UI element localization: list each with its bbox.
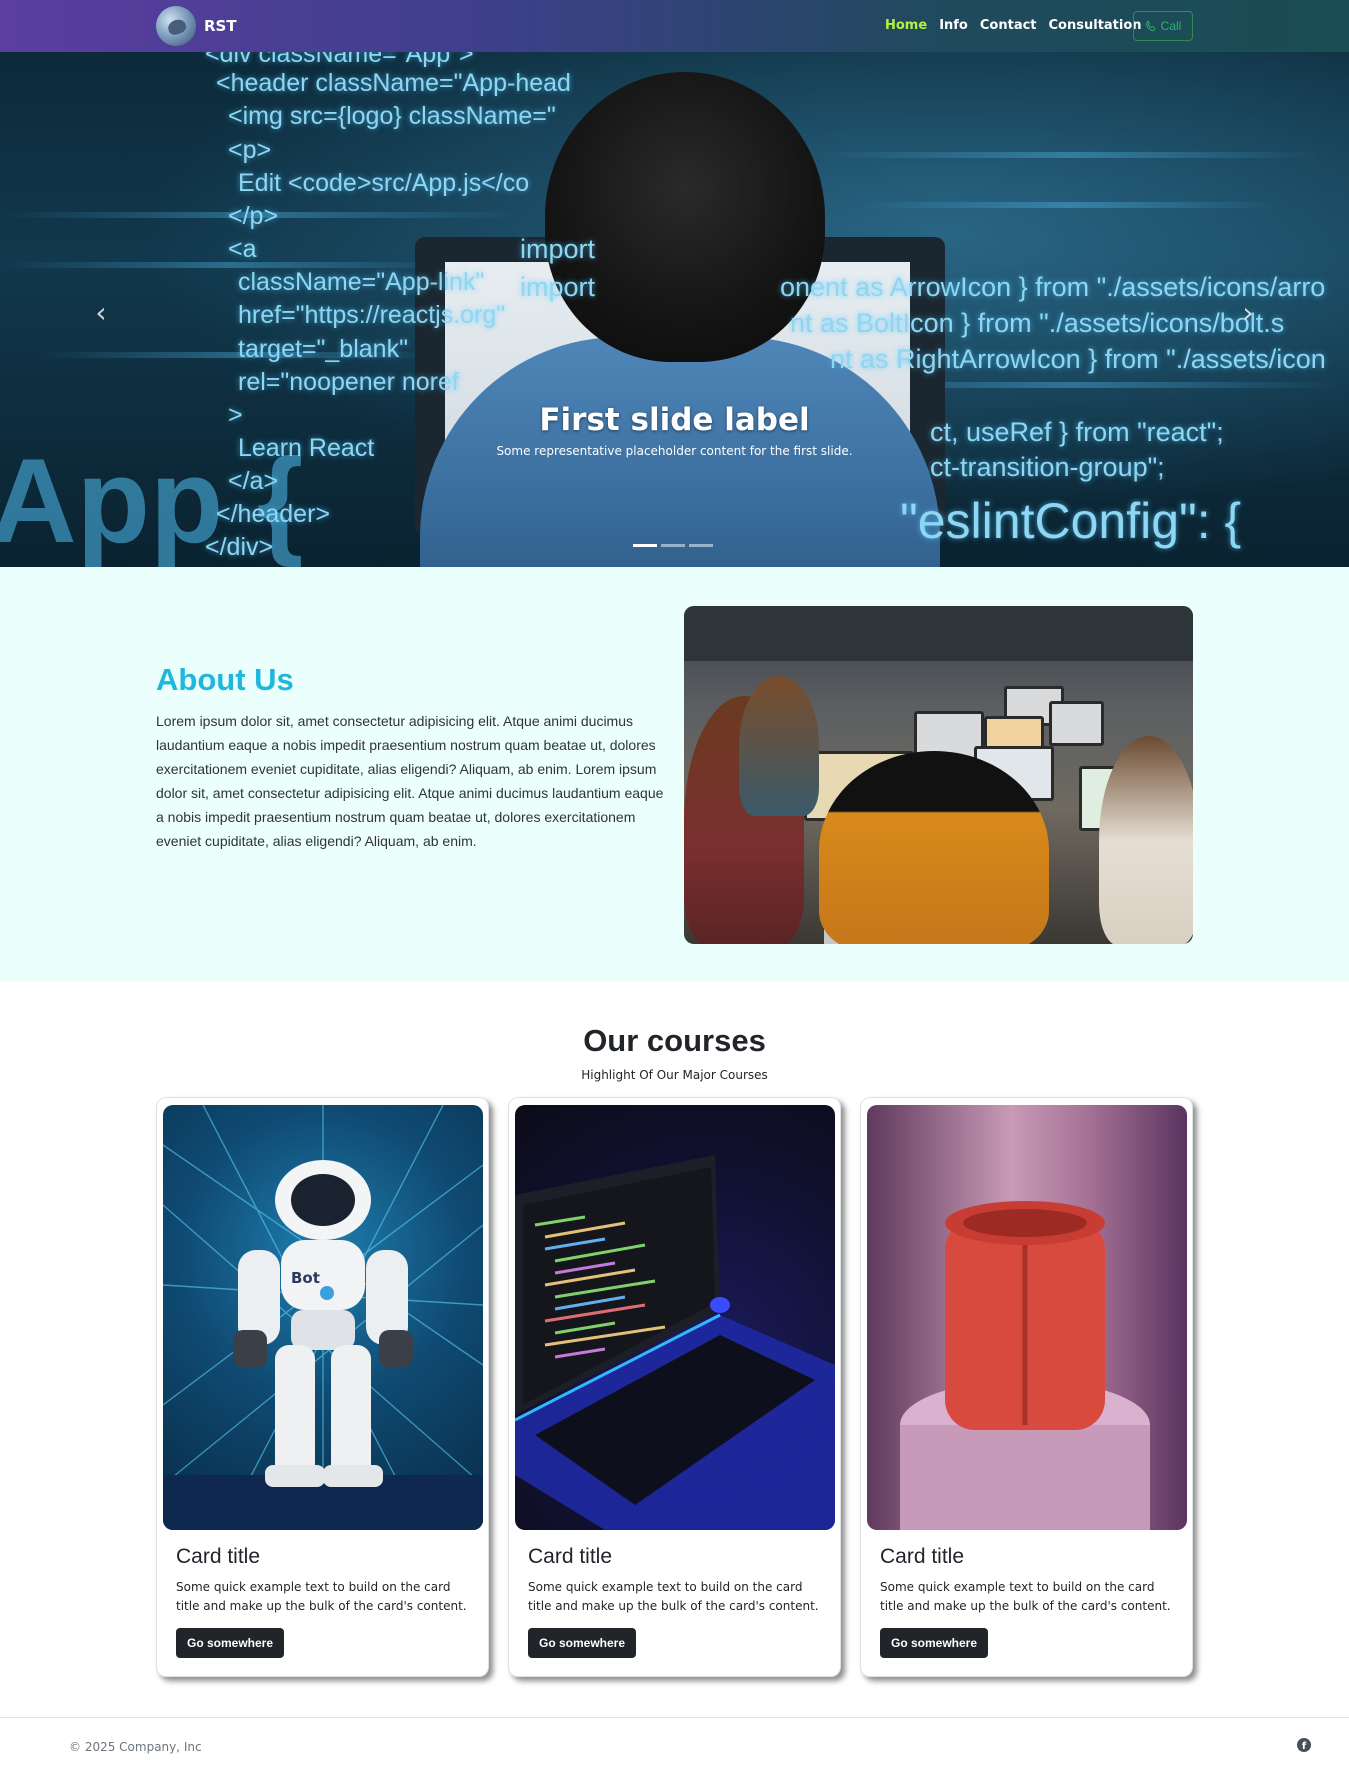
course-card: Card title Some quick example text to bu…	[508, 1097, 841, 1677]
card-title: Card title	[528, 1545, 613, 1568]
code-line: </p>	[228, 202, 279, 230]
brand-logo	[156, 6, 196, 46]
code-overlay: <div className="App"> <header className=…	[0, 52, 1349, 567]
code-line: nt as RightArrowIcon } from "./assets/ic…	[830, 344, 1326, 374]
chevron-left-icon: ‹	[95, 295, 107, 329]
code-line: <a	[228, 235, 257, 263]
nav-link-info[interactable]: Info	[939, 18, 968, 33]
code-line: import	[520, 234, 596, 264]
code-line: <p>	[228, 136, 272, 164]
course-card: Card title Some quick example text to bu…	[860, 1097, 1193, 1677]
caption-title: First slide label	[539, 402, 810, 438]
nav-links: Home Info Contact Consultation	[885, 18, 1142, 33]
copyright-text: © 2025 Company, Inc	[69, 1740, 202, 1754]
code-line: </a>	[228, 467, 279, 495]
about-section: About Us Lorem ipsum dolor sit, amet con…	[0, 567, 1349, 982]
card-title: Card title	[880, 1545, 965, 1568]
code-line: <img src={logo} className="	[228, 102, 556, 130]
carousel-next-button[interactable]: ›	[1233, 295, 1263, 329]
carousel-indicator-3[interactable]	[689, 544, 713, 547]
code-line: href="https://reactjs.org"	[238, 301, 506, 329]
code-line: Edit <code>src/App.js</co	[238, 169, 530, 197]
carousel-indicator-1[interactable]	[633, 544, 657, 547]
code-line: rel="noopener noref	[238, 368, 459, 396]
carousel-prev-button[interactable]: ‹	[86, 295, 116, 329]
card-text: Some quick example text to build on the …	[880, 1580, 1171, 1613]
code-line: import	[520, 272, 596, 302]
carousel-caption: First slide label Some representative pl…	[0, 402, 1349, 458]
robot-image: Bot	[163, 1105, 483, 1530]
robot-label: Bot	[291, 1269, 320, 1287]
nav-link-contact[interactable]: Contact	[980, 18, 1037, 33]
chevron-right-icon: ›	[1242, 295, 1254, 329]
phone-icon	[1145, 20, 1156, 31]
caption-text: Some representative placeholder content …	[496, 444, 853, 458]
code-line: </header>	[216, 500, 330, 528]
code-line: </div>	[205, 533, 274, 561]
about-text: Lorem ipsum dolor sit, amet consectetur …	[156, 713, 664, 849]
footer: © 2025 Company, Inc f	[0, 1717, 1349, 1784]
code-line: className="App-link"	[238, 268, 485, 296]
card-title: Card title	[176, 1545, 261, 1568]
call-button[interactable]: Call	[1133, 11, 1193, 41]
courses-subtitle: Highlight Of Our Major Courses	[581, 1068, 768, 1082]
laptop-code-image	[515, 1105, 835, 1530]
nav-link-consultation[interactable]: Consultation	[1049, 18, 1142, 33]
nav-link-home[interactable]: Home	[885, 18, 927, 33]
card-text: Some quick example text to build on the …	[176, 1580, 467, 1613]
courses-title: Our courses	[583, 1023, 766, 1058]
red-vase-image	[867, 1105, 1187, 1530]
facebook-icon[interactable]: f	[1297, 1738, 1311, 1752]
carousel-indicator-2[interactable]	[661, 544, 685, 547]
code-line: "eslintConfig": {	[900, 493, 1242, 549]
hero-carousel: App { <div className="App"> <header clas…	[0, 52, 1349, 567]
card-text: Some quick example text to build on the …	[528, 1580, 819, 1613]
call-label: Call	[1160, 19, 1182, 33]
brand-text: RST	[204, 17, 237, 35]
code-line: <header className="App-head	[216, 69, 571, 97]
about-title: About Us	[156, 662, 294, 697]
code-line: target="_blank"	[238, 335, 408, 363]
go-somewhere-button[interactable]: Go somewhere	[528, 1628, 637, 1658]
navbar: RST Home Info Contact Consultation Call	[0, 0, 1349, 52]
go-somewhere-button[interactable]: Go somewhere	[880, 1628, 989, 1658]
classroom-image	[684, 606, 1193, 944]
brand[interactable]: RST	[156, 6, 237, 46]
code-line: <div className="App">	[205, 52, 474, 68]
course-card: Bot Card title Some quick example text t…	[156, 1097, 489, 1677]
code-line: nt as BoltIcon } from "./assets/icons/bo…	[790, 308, 1285, 338]
carousel-indicators	[633, 544, 713, 547]
go-somewhere-button[interactable]: Go somewhere	[176, 1628, 285, 1658]
